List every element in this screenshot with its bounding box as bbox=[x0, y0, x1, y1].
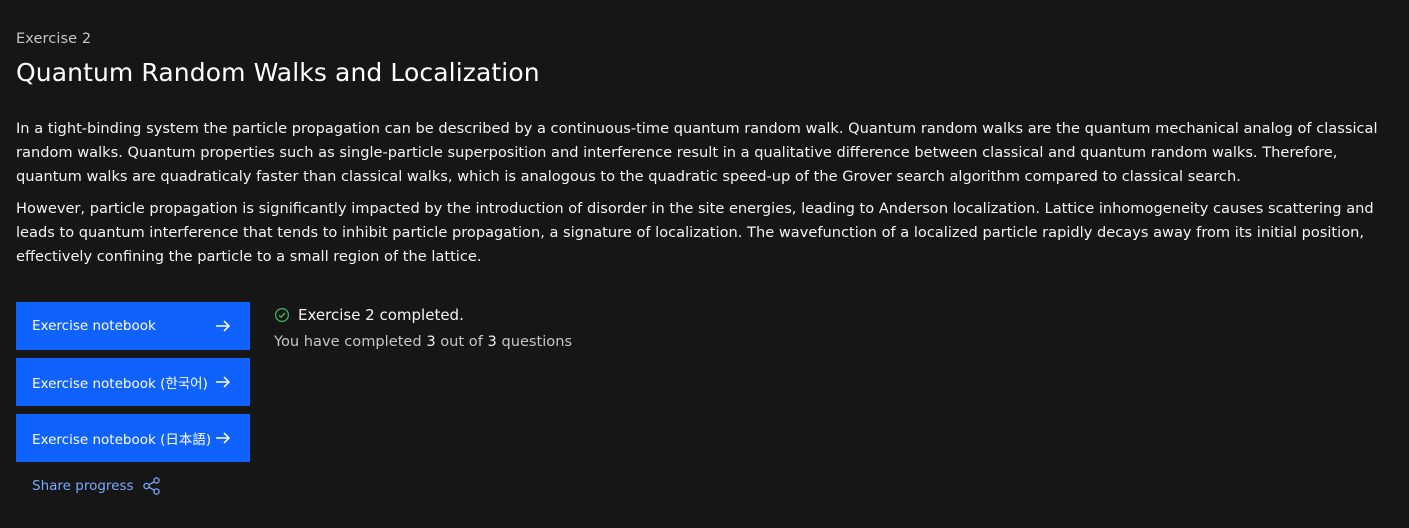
arrow-right-icon bbox=[216, 432, 231, 444]
button-label: Exercise notebook bbox=[32, 318, 156, 334]
exercise-status: Exercise 2 completed. You have completed… bbox=[274, 306, 572, 350]
page-title: Quantum Random Walks and Localization bbox=[16, 58, 540, 87]
exercise-notebook-button[interactable]: Exercise notebook bbox=[16, 302, 250, 350]
checkmark-outline-icon bbox=[274, 307, 290, 323]
share-progress-label: Share progress bbox=[32, 478, 134, 494]
exercise-description: In a tight-binding system the particle p… bbox=[16, 117, 1401, 277]
button-label: Exercise notebook (한국어) bbox=[32, 376, 208, 392]
arrow-right-icon bbox=[216, 320, 231, 332]
completed-count: 3 bbox=[426, 333, 436, 350]
share-progress-link[interactable]: Share progress bbox=[16, 476, 250, 496]
progress-middle: out of bbox=[440, 333, 483, 350]
notebook-buttons: Exercise notebook Exercise notebook (한국어… bbox=[16, 302, 250, 496]
progress-prefix: You have completed bbox=[274, 333, 422, 350]
progress-summary: You have completed 3 out of 3 questions bbox=[274, 333, 572, 350]
progress-suffix: questions bbox=[501, 333, 573, 350]
button-label: Exercise notebook (日本語) bbox=[32, 432, 212, 448]
total-count: 3 bbox=[487, 333, 497, 350]
exercise-notebook-korean-button[interactable]: Exercise notebook (한국어) bbox=[16, 358, 250, 406]
completion-text: Exercise 2 completed. bbox=[298, 306, 464, 324]
exercise-eyebrow: Exercise 2 bbox=[16, 31, 92, 47]
exercise-notebook-japanese-button[interactable]: Exercise notebook (日本語) bbox=[16, 414, 250, 462]
completion-status: Exercise 2 completed. bbox=[274, 306, 572, 324]
description-paragraph: In a tight-binding system the particle p… bbox=[16, 120, 1378, 185]
arrow-right-icon bbox=[216, 376, 231, 388]
description-paragraph: However, particle propagation is signifi… bbox=[16, 200, 1374, 265]
share-icon bbox=[142, 477, 160, 495]
